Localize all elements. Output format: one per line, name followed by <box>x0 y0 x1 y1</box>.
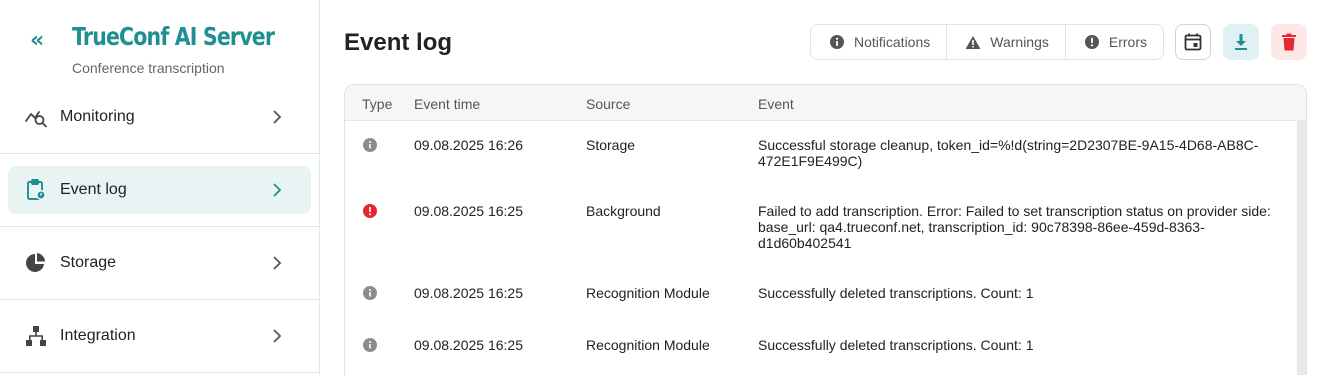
info-icon <box>363 138 377 155</box>
trash-icon <box>1282 33 1296 51</box>
error-icon <box>363 204 377 221</box>
event-source: Storage <box>586 137 636 153</box>
event-message: Successful storage cleanup, token_id=%!d… <box>758 137 1259 169</box>
chevron-right-icon <box>273 110 282 124</box>
filter-label: Warnings <box>990 34 1049 50</box>
date-filter-button[interactable] <box>1175 24 1211 60</box>
event-source: Recognition Module <box>586 285 710 301</box>
info-icon <box>363 286 377 303</box>
event-type-filter: Notifications Warnings Errors <box>810 24 1165 60</box>
event-time: 09.08.2025 16:25 <box>414 203 523 219</box>
sidebar-item-monitoring[interactable]: Monitoring <box>0 81 320 154</box>
column-header-event-time[interactable]: Event time <box>414 96 480 112</box>
column-header-event[interactable]: Event <box>758 96 794 112</box>
delete-button[interactable] <box>1271 24 1307 60</box>
warning-icon <box>965 35 981 49</box>
info-icon <box>363 338 377 355</box>
collapse-sidebar-icon[interactable]: « <box>30 30 54 54</box>
pie-chart-icon <box>23 250 49 276</box>
sidebar-item-label: Event log <box>60 181 127 198</box>
column-header-source[interactable]: Source <box>586 96 630 112</box>
sidebar-item-event-log[interactable]: Event log <box>0 154 320 227</box>
column-header-type[interactable]: Type <box>362 96 392 112</box>
event-message: Failed to add transcription. Error: Fail… <box>758 203 1271 251</box>
filter-warnings-button[interactable]: Warnings <box>947 25 1066 59</box>
table-header: Type Event time Source Event <box>345 85 1306 121</box>
brand-subtitle: Conference transcription <box>72 60 225 76</box>
table-scrollbar[interactable] <box>1297 121 1306 375</box>
event-source: Background <box>586 203 661 219</box>
clipboard-icon <box>23 177 49 203</box>
event-time: 09.08.2025 16:26 <box>414 137 523 153</box>
page-title: Event log <box>344 29 453 56</box>
event-source: Recognition Module <box>586 337 710 353</box>
monitoring-icon <box>23 104 49 130</box>
error-icon <box>1084 35 1099 49</box>
chevron-right-icon <box>273 256 282 270</box>
filter-label: Notifications <box>854 34 931 50</box>
download-button[interactable] <box>1223 24 1259 60</box>
brand: « TrueConf AI Server Conference transcri… <box>0 0 320 90</box>
event-time: 09.08.2025 16:25 <box>414 337 523 353</box>
sidebar-item-label: Integration <box>60 327 136 344</box>
sidebar-nav: Monitoring Event log Storage Integration <box>0 81 320 373</box>
sidebar: « TrueConf AI Server Conference transcri… <box>0 0 320 375</box>
sidebar-item-label: Storage <box>60 254 117 271</box>
event-message: Successfully deleted transcriptions. Cou… <box>758 285 1034 301</box>
sidebar-item-integration[interactable]: Integration <box>0 300 320 373</box>
hierarchy-icon <box>23 323 49 349</box>
filter-label: Errors <box>1108 34 1148 50</box>
sidebar-item-label: Monitoring <box>60 108 135 125</box>
chevron-right-icon <box>273 329 282 343</box>
event-time: 09.08.2025 16:25 <box>414 285 523 301</box>
calendar-icon <box>1184 33 1202 51</box>
download-icon <box>1235 34 1247 50</box>
brand-title: TrueConf AI Server <box>72 22 275 51</box>
sidebar-item-storage[interactable]: Storage <box>0 227 320 300</box>
filter-errors-button[interactable]: Errors <box>1066 25 1163 59</box>
chevron-right-icon <box>273 183 282 197</box>
event-message: Successfully deleted transcriptions. Cou… <box>758 337 1034 353</box>
main-content: Event log Notifications Warnings Errors <box>320 0 1332 375</box>
info-icon <box>830 35 844 49</box>
event-log-table: Type Event time Source Event 09.08.2025 … <box>344 84 1307 375</box>
filter-notifications-button[interactable]: Notifications <box>811 25 948 59</box>
